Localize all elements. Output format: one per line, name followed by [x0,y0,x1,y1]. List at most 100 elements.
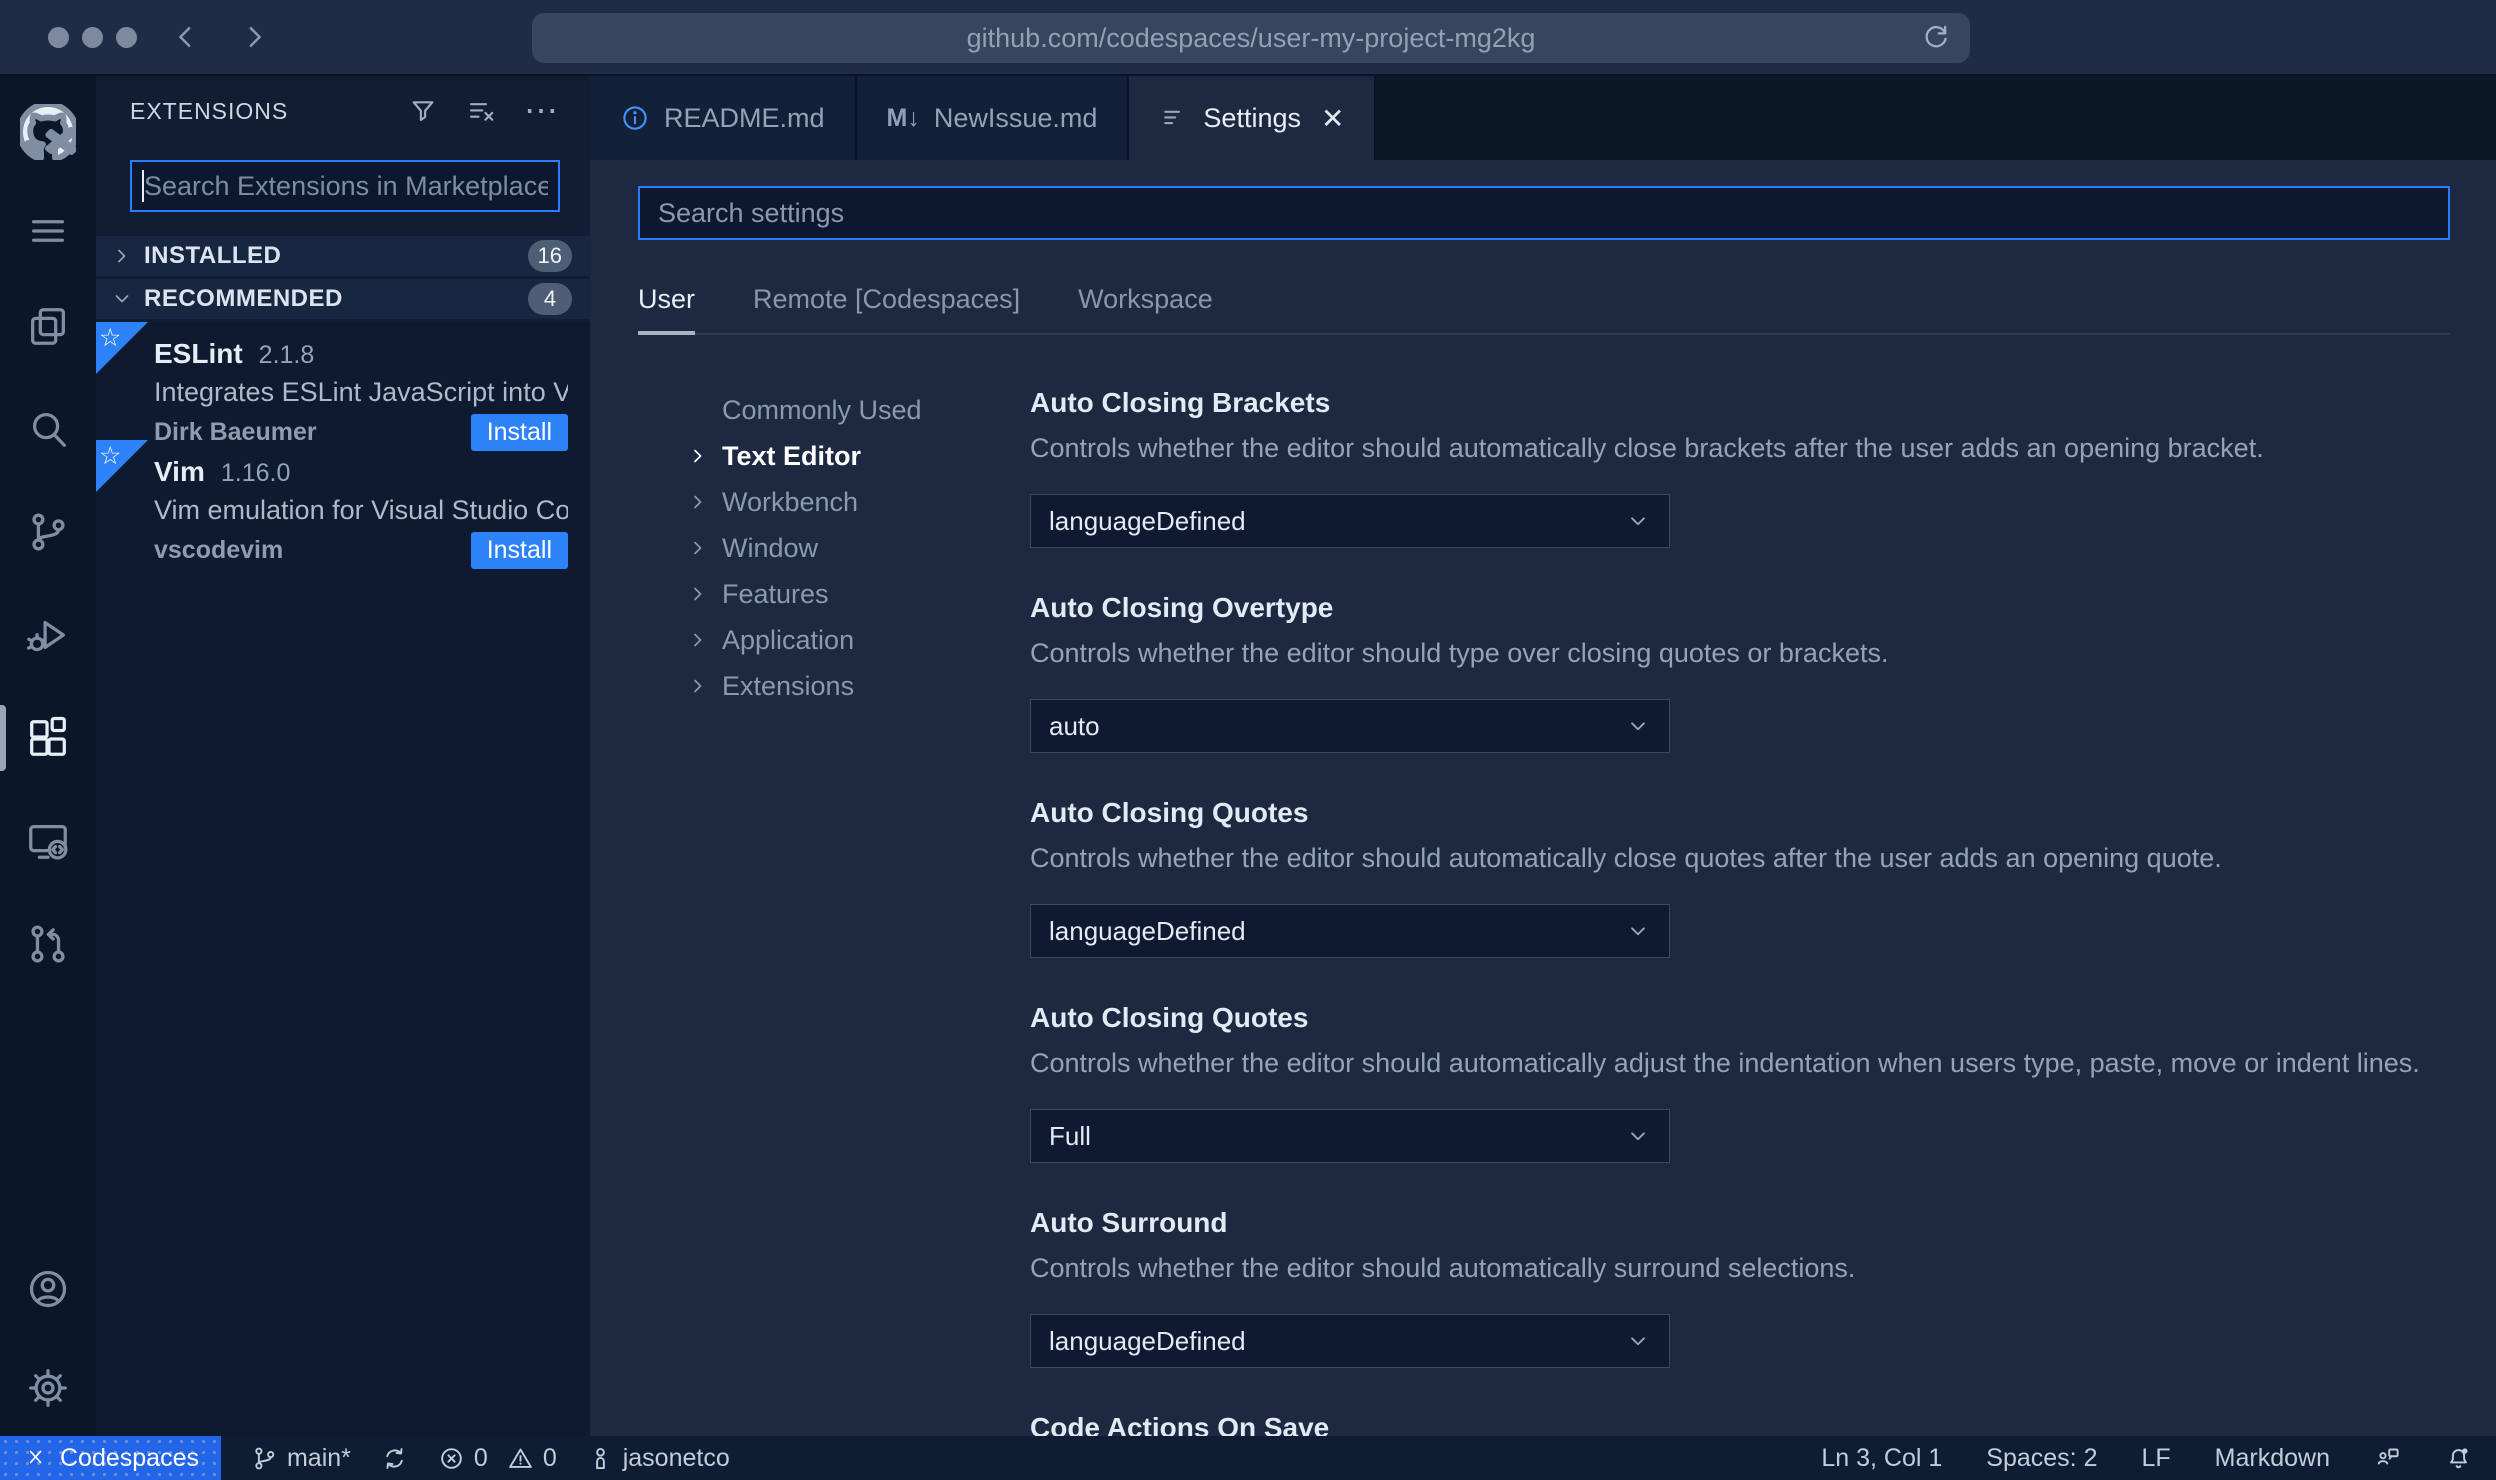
toc-workbench[interactable]: Workbench [686,479,978,525]
tab-settings[interactable]: Settings ✕ [1129,76,1377,160]
tab-label: Settings [1203,102,1301,133]
reload-icon[interactable] [1920,22,1952,54]
extension-name: ESLint [154,338,243,369]
extensions-search-box[interactable] [130,160,560,212]
setting-title: Auto Closing Brackets [1030,387,1331,418]
error-count: 0 [473,1443,488,1472]
setting-auto-closing-overtype: Auto Closing Overtype Controls whether t… [1030,592,2450,753]
star-icon: ☆ [99,442,122,470]
cursor-position-status[interactable]: Ln 3, Col 1 [1821,1444,1942,1473]
settings-gear-icon[interactable] [0,1340,96,1436]
extension-name: Vim [154,456,205,487]
extension-item-eslint[interactable]: ☆ ESLint 2.1.8 Integrates ESLint JavaScr… [96,322,590,451]
info-icon [623,106,647,130]
setting-title: Auto Closing Quotes [1030,797,1309,828]
menu-icon[interactable] [0,188,96,274]
github-codespaces-logo-icon [0,76,96,188]
panel-title: EXTENSIONS [130,97,289,124]
user-status[interactable]: jasonetco [587,1444,730,1473]
chevron-right-icon [694,541,702,555]
chevron-right-icon [118,249,126,263]
browser-forward-button[interactable] [239,22,269,52]
toc-extensions[interactable]: Extensions [686,663,978,709]
chevron-down-icon [1631,927,1645,936]
warning-icon [509,1448,532,1468]
setting-description: Controls whether the editor should type … [1030,638,1889,668]
setting-dropdown[interactable]: languageDefined [1030,904,1670,958]
settings-search-box[interactable] [638,186,2450,240]
notifications-bell-icon[interactable] [2445,1445,2472,1472]
settings-list: Auto Closing Brackets Controls whether t… [1030,387,2450,1436]
close-tab-icon[interactable]: ✕ [1321,102,1344,135]
branch-status[interactable]: main* [251,1444,351,1473]
tab-readme[interactable]: README.md [590,76,857,160]
chevron-right-icon [694,587,702,601]
setting-title: Auto Closing Overtype [1030,592,1334,623]
window-close-button[interactable] [48,26,69,48]
extension-description: Vim emulation for Visual Studio Code... [154,495,568,525]
extension-version: 2.1.8 [258,341,315,369]
extension-item-vim[interactable]: ☆ Vim 1.16.0 Vim emulation for Visual St… [96,440,590,569]
remote-explorer-icon[interactable] [0,789,96,892]
setting-dropdown[interactable]: auto [1030,699,1670,753]
search-icon[interactable] [0,377,96,480]
indentation-status[interactable]: Spaces: 2 [1986,1444,2097,1473]
chevron-down-icon [1631,517,1645,526]
feedback-icon[interactable] [2374,1445,2401,1472]
window-minimize-button[interactable] [82,26,103,48]
setting-code-actions-on-save: Code Actions On Save [1030,1412,2450,1436]
more-actions-icon[interactable]: ⋯ [524,94,560,128]
error-icon [441,1447,462,1469]
setting-dropdown[interactable]: languageDefined [1030,494,1670,548]
url-text: github.com/codespaces/user-my-project-mg… [966,22,1536,53]
setting-description: Controls whether the editor should autom… [1030,1048,2420,1078]
run-debug-icon[interactable] [0,583,96,686]
problems-status[interactable]: 0 0 [438,1444,557,1473]
setting-dropdown[interactable]: Full [1030,1109,1670,1163]
scope-tab-user[interactable]: User [638,284,696,335]
tab-newissue[interactable]: M↓ NewIssue.md [856,76,1130,160]
extensions-icon[interactable] [0,686,96,789]
explorer-icon[interactable] [0,274,96,377]
extensions-search-input[interactable] [144,170,548,202]
source-control-icon[interactable] [0,480,96,583]
chevron-down-icon [1631,1337,1645,1346]
tab-bar: README.md M↓ NewIssue.md Settings ✕ [590,76,2496,160]
setting-description: Controls whether the editor should autom… [1030,843,2222,873]
eol-status[interactable]: LF [2141,1444,2170,1473]
clear-extension-search-icon[interactable] [466,96,496,126]
section-installed[interactable]: INSTALLED 16 [96,236,590,276]
extension-publisher: vscodevim [154,536,284,564]
toc-features[interactable]: Features [686,571,978,617]
chevron-right-icon [694,495,702,509]
browser-address-bar[interactable]: github.com/codespaces/user-my-project-mg… [532,13,1970,63]
filter-icon[interactable] [408,96,438,126]
toc-window[interactable]: Window [686,525,978,571]
toc-application[interactable]: Application [686,617,978,663]
scope-tab-workspace[interactable]: Workspace [1078,284,1213,333]
window-zoom-button[interactable] [116,26,137,48]
account-icon[interactable] [0,1237,96,1340]
codespaces-status-button[interactable]: Codespaces [0,1436,221,1480]
settings-list-icon [1164,110,1181,125]
toc-text-editor[interactable]: Text Editor [686,433,978,479]
chevron-right-icon [694,449,702,463]
browser-back-button[interactable] [171,22,201,52]
section-recommended[interactable]: RECOMMENDED 4 [96,279,590,319]
scope-tab-remote[interactable]: Remote [Codespaces] [753,284,1020,333]
settings-search-input[interactable] [646,197,2442,229]
sync-icon [386,1447,403,1469]
remote-icon [29,1450,42,1464]
extension-version: 1.16.0 [220,459,291,487]
section-label: RECOMMENDED [144,285,343,312]
setting-dropdown[interactable]: languageDefined [1030,1314,1670,1368]
pull-requests-icon[interactable] [0,892,96,995]
setting-auto-closing-quotes-1: Auto Closing Quotes Controls whether the… [1030,797,2450,958]
toc-commonly-used[interactable]: Commonly Used [686,387,978,433]
extension-list: ☆ ESLint 2.1.8 Integrates ESLint JavaScr… [96,322,590,1436]
language-mode-status[interactable]: Markdown [2215,1444,2330,1473]
install-button[interactable]: Install [470,532,568,569]
installed-count-badge: 16 [527,240,572,272]
sync-status[interactable] [381,1445,408,1472]
chevron-down-icon [1631,722,1645,731]
